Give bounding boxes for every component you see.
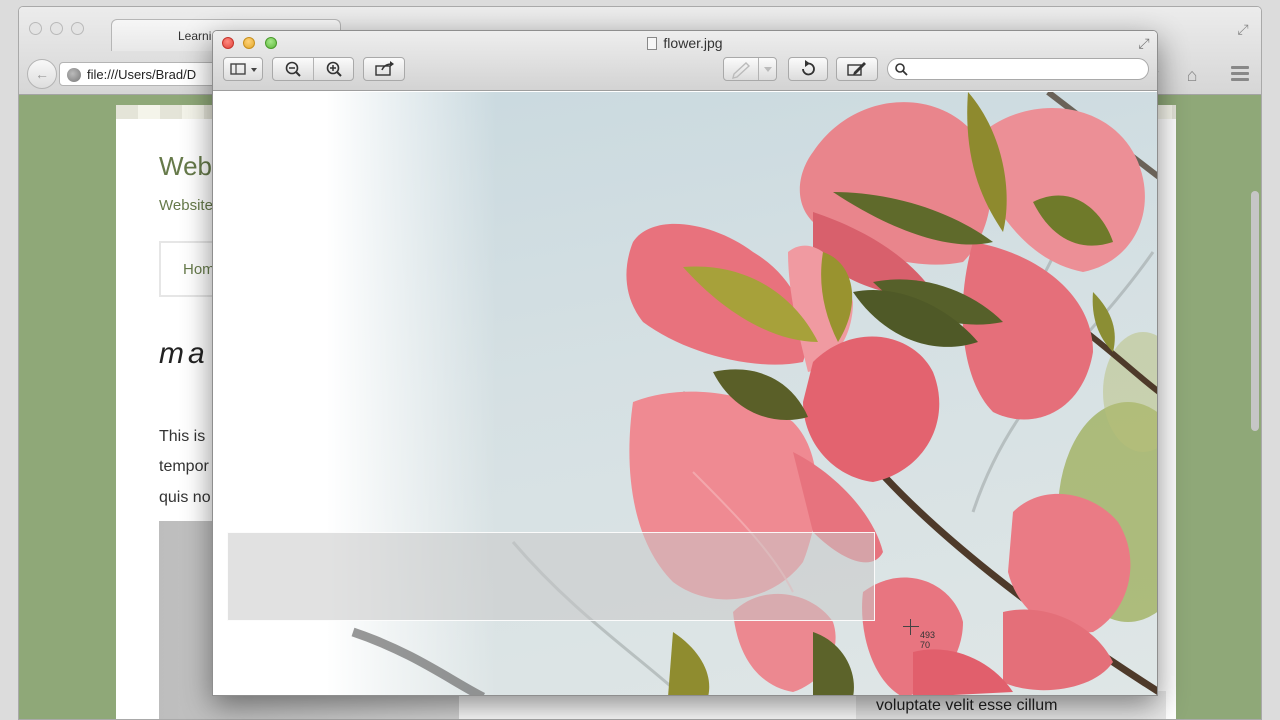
browser-minimize-button[interactable] (50, 22, 63, 35)
address-text: file:///Users/Brad/D (87, 67, 197, 82)
back-button[interactable]: ← (27, 59, 57, 89)
search-field[interactable] (887, 58, 1149, 80)
body-text-line: quis no (159, 489, 211, 506)
share-icon (375, 61, 394, 76)
body-text-line: This is (159, 428, 206, 445)
image-canvas[interactable]: 493 70 (213, 92, 1157, 695)
sidebar-icon (230, 63, 257, 75)
globe-icon (67, 68, 81, 82)
browser-zoom-button[interactable] (71, 22, 84, 35)
edit-toolbar-icon (847, 62, 866, 76)
site-tagline: Website (159, 197, 213, 214)
selection-rectangle[interactable] (227, 532, 875, 621)
zoom-in-icon[interactable] (314, 58, 354, 80)
file-icon (647, 37, 658, 50)
fullscreen-icon[interactable]: ⤢ (1135, 34, 1153, 52)
zoom-controls (272, 57, 354, 81)
menu-icon[interactable] (1227, 63, 1253, 87)
annotate-button[interactable] (723, 57, 777, 81)
selection-width-readout: 493 (920, 630, 936, 640)
file-name: flower.jpg (663, 35, 723, 51)
home-icon[interactable]: ⌂ (1179, 63, 1205, 87)
selection-height-readout: 70 (920, 640, 931, 650)
nav-item-home[interactable]: Hom (183, 261, 215, 278)
preview-window: flower.jpg ⤢ 493 70 (212, 30, 1158, 696)
post-title: ma (159, 337, 209, 370)
rotate-icon (802, 60, 815, 76)
pen-icon (732, 62, 751, 79)
rotate-button[interactable] (788, 57, 828, 81)
crosshair-cursor (903, 619, 919, 635)
body-text-line: tempor (159, 458, 209, 475)
zoom-out-icon[interactable] (273, 58, 313, 80)
view-menu-button[interactable] (223, 57, 263, 81)
window-title: flower.jpg (213, 35, 1157, 51)
search-icon (895, 63, 908, 76)
share-button[interactable] (363, 57, 405, 81)
search-input[interactable] (912, 60, 1142, 78)
fullscreen-icon[interactable]: ⤢ (1233, 19, 1253, 39)
browser-tab-title: Learni (178, 29, 212, 43)
edit-toolbar-button[interactable] (836, 57, 878, 81)
preview-toolbar: flower.jpg ⤢ (213, 31, 1157, 91)
chevron-down-icon (764, 67, 772, 72)
page-scrollbar[interactable] (1251, 191, 1259, 431)
browser-close-button[interactable] (29, 22, 42, 35)
